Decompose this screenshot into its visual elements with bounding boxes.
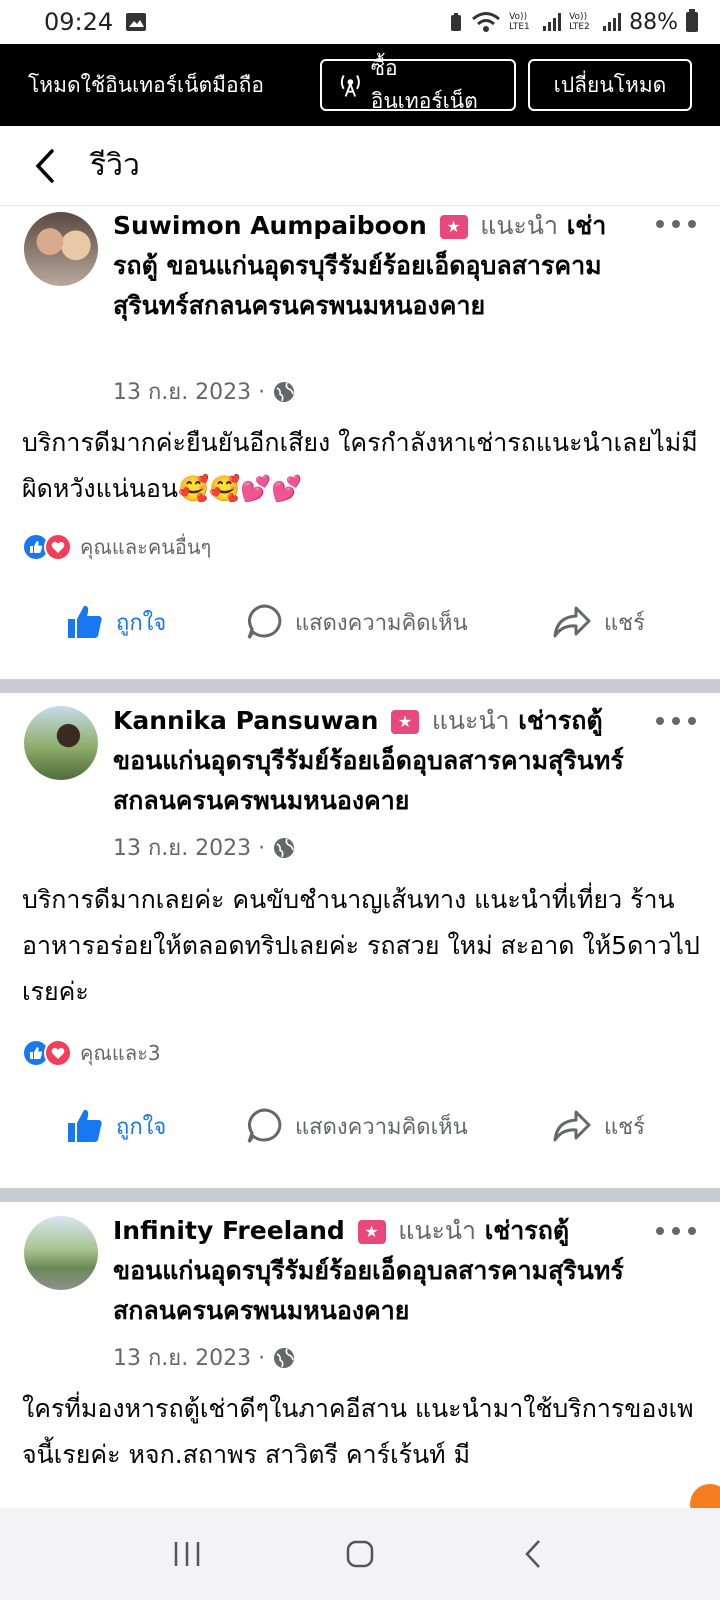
data-mode-bar: โหมดใช้อินเทอร์เน็ตมือถือ ซื้ออินเทอร์เน… — [0, 44, 720, 126]
review-post: Suwimon Aumpaiboon ★ แนะนำ เช่ารถตู้ ขอน… — [0, 206, 720, 658]
switch-mode-label: เปลี่ยนโหมด — [553, 72, 667, 97]
love-reaction-icon — [44, 1039, 72, 1067]
buy-data-button[interactable]: ซื้ออินเทอร์เน็ต — [320, 56, 516, 113]
share-label: แชร์ — [604, 610, 645, 636]
recommend-label: แนะนำ — [398, 1216, 477, 1245]
recommend-badge-icon: ★ — [439, 215, 468, 239]
back-button[interactable] — [0, 126, 90, 206]
more-options-icon[interactable] — [656, 1221, 696, 1241]
home-button[interactable] — [330, 1524, 390, 1584]
wifi-icon — [472, 12, 501, 32]
battery-percent: 88% — [629, 9, 678, 35]
signal-icon — [543, 13, 562, 31]
post-text: ใครที่มองหารถตู้เช่าดีๆในภาคอีสาน แนะนำม… — [22, 1394, 694, 1469]
page-title: รีวิว — [90, 148, 140, 183]
post-date: 13 ก.ย. 2023 · — [113, 830, 295, 865]
reaction-text: คุณและ3 — [80, 1041, 161, 1065]
system-nav-bar — [0, 1508, 720, 1600]
recent-apps-button[interactable] — [157, 1524, 217, 1584]
like-label: ถูกใจ — [116, 1114, 167, 1140]
page-header: รีวิว — [0, 126, 720, 206]
post-headline: Suwimon Aumpaiboon ★ แนะนำ เช่ารถตู้ ขอน… — [113, 206, 633, 326]
share-button[interactable]: แชร์ — [552, 605, 645, 640]
avatar[interactable] — [24, 1216, 98, 1290]
review-post: Kannika Pansuwan ★ แนะนำ เช่ารถตู้ ขอนแก… — [0, 693, 720, 1173]
post-date: 13 ก.ย. 2023 · — [113, 374, 295, 409]
date-text: 13 ก.ย. 2023 · — [113, 380, 266, 405]
share-arrow-icon — [553, 606, 591, 638]
back-arrow-icon — [35, 148, 54, 183]
recommend-label: แนะนำ — [431, 706, 510, 735]
like-button[interactable]: ถูกใจ — [66, 1108, 166, 1144]
buy-data-label: ซื้ออินเทอร์เน็ต — [370, 56, 478, 113]
post-text: บริการดีมากเลยค่ะ คนขับชำนาญเส้นทาง แนะน… — [22, 885, 700, 1006]
reaction-summary[interactable]: คุณและคนอื่นๆ — [22, 531, 211, 563]
like-thumb-icon — [68, 605, 102, 638]
battery-saver-icon — [451, 13, 462, 31]
avatar[interactable] — [24, 212, 98, 286]
battery-icon — [686, 9, 698, 32]
system-back-button[interactable] — [503, 1524, 563, 1584]
recommend-badge-icon: ★ — [357, 1220, 386, 1244]
gallery-icon — [126, 13, 147, 31]
status-bar: 09:24 Vo)) LTE1 Vo)) LTE2 88% — [0, 0, 720, 44]
date-text: 13 ก.ย. 2023 · — [113, 836, 266, 861]
avatar[interactable] — [24, 706, 98, 780]
more-options-icon[interactable] — [656, 711, 696, 731]
love-reaction-icon — [44, 533, 72, 561]
public-globe-icon — [274, 1347, 295, 1368]
author-name[interactable]: Suwimon Aumpaiboon — [113, 211, 427, 240]
share-arrow-icon — [553, 1110, 591, 1142]
post-headline: Infinity Freeland ★ แนะนำ เช่ารถตู้ ขอนแ… — [113, 1211, 633, 1331]
sim2-label: Vo)) LTE2 — [569, 12, 590, 32]
recommend-badge-icon: ★ — [391, 710, 420, 734]
sim1-label: Vo)) LTE1 — [509, 12, 530, 32]
public-globe-icon — [274, 381, 295, 402]
recommend-label: แนะนำ — [480, 211, 558, 240]
comment-button[interactable]: แสดงความคิดเห็น — [245, 603, 468, 641]
home-icon — [346, 1540, 374, 1568]
like-button[interactable]: ถูกใจ — [66, 604, 166, 640]
signal-icon — [603, 13, 622, 31]
post-headline: Kannika Pansuwan ★ แนะนำ เช่ารถตู้ ขอนแก… — [113, 701, 633, 821]
review-post: Infinity Freeland ★ แนะนำ เช่ารถตู้ ขอนแ… — [0, 1202, 720, 1506]
like-label: ถูกใจ — [116, 610, 167, 636]
post-divider — [0, 1188, 720, 1202]
post-actions: ถูกใจ แสดงความคิดเห็น แชร์ — [0, 1096, 720, 1156]
comment-button[interactable]: แสดงความคิดเห็น — [245, 1107, 468, 1145]
post-divider — [0, 679, 720, 693]
comment-bubble-icon — [247, 604, 282, 639]
comment-label: แสดงความคิดเห็น — [295, 610, 468, 636]
recent-apps-icon — [174, 1542, 199, 1566]
post-date: 13 ก.ย. 2023 · — [113, 1340, 295, 1375]
system-back-icon — [525, 1540, 541, 1568]
review-feed[interactable]: Suwimon Aumpaiboon ★ แนะนำ เช่ารถตู้ ขอน… — [0, 206, 720, 1506]
more-options-icon[interactable] — [656, 214, 696, 234]
share-label: แชร์ — [604, 1114, 645, 1140]
reaction-text: คุณและคนอื่นๆ — [80, 535, 212, 559]
share-button[interactable]: แชร์ — [552, 1109, 645, 1144]
reaction-summary[interactable]: คุณและ3 — [22, 1037, 161, 1069]
public-globe-icon — [274, 837, 295, 858]
author-name[interactable]: Kannika Pansuwan — [113, 706, 378, 735]
like-thumb-icon — [68, 1109, 102, 1142]
switch-mode-button[interactable]: เปลี่ยนโหมด — [528, 59, 692, 111]
comment-label: แสดงความคิดเห็น — [295, 1114, 468, 1140]
date-text: 13 ก.ย. 2023 · — [113, 1346, 266, 1371]
antenna-icon — [340, 75, 360, 97]
post-actions: ถูกใจ แสดงความคิดเห็น แชร์ — [0, 592, 720, 652]
comment-bubble-icon — [247, 1108, 282, 1143]
clock: 09:24 — [44, 8, 114, 36]
author-name[interactable]: Infinity Freeland — [113, 1216, 345, 1245]
post-text: บริการดีมากค่ะยืนยันอีกเสียง ใครกำลังหาเ… — [22, 428, 698, 503]
mode-text: โหมดใช้อินเทอร์เน็ตมือถือ — [28, 72, 264, 97]
